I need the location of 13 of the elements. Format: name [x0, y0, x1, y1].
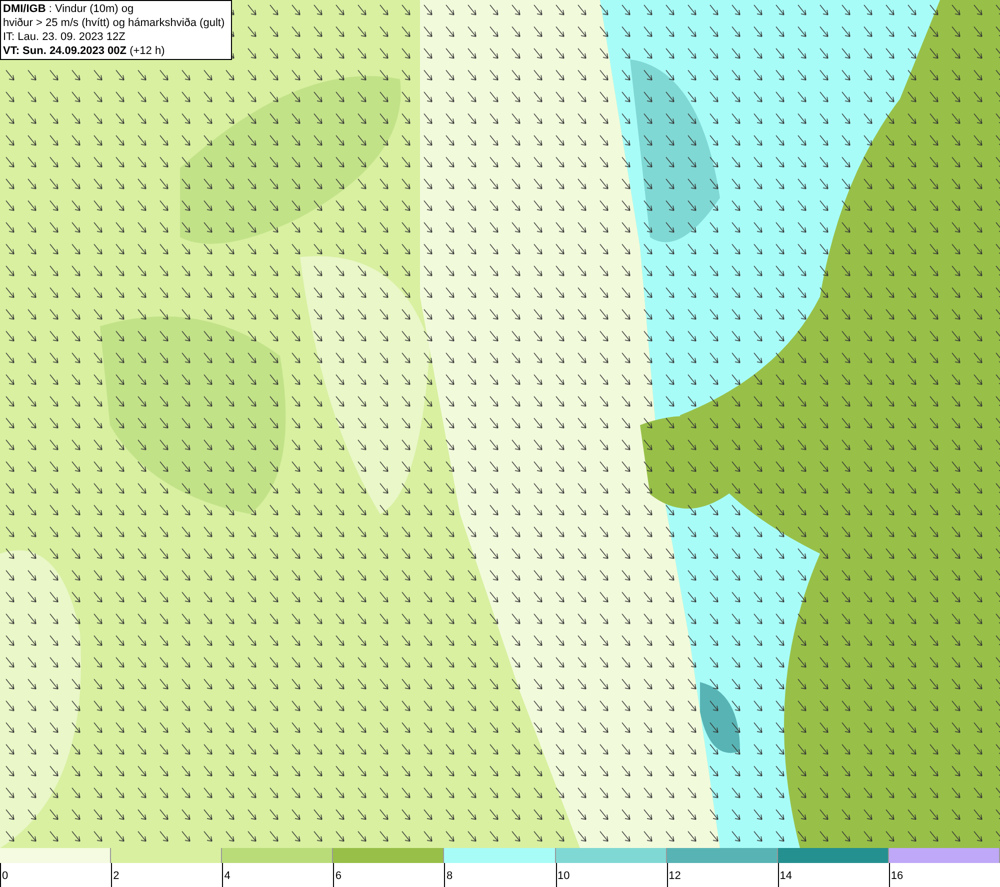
legend-label: 2 — [113, 870, 120, 882]
legend-label: 8 — [446, 870, 453, 882]
legend-label: 10 — [558, 870, 570, 882]
legend-label: 6 — [335, 870, 342, 882]
map-title-line: IT: Lau. 23. 09. 2023 12Z — [3, 30, 126, 44]
legend-label: 14 — [780, 870, 792, 882]
map-title-line: DMI/IGB : Vindur (10m) og — [3, 2, 135, 16]
legend-label: 4 — [224, 870, 230, 882]
legend-label: 16 — [890, 870, 904, 882]
legend-label: 12 — [668, 870, 681, 882]
map-title-line: hviður > 25 m/s (hvítt) og hámarkshviða (gult) — [3, 16, 226, 30]
legend-label: 0 — [2, 870, 8, 882]
map-title-line: VT: Sun. 24.09.2023 00Z (+12 h) — [3, 44, 166, 58]
